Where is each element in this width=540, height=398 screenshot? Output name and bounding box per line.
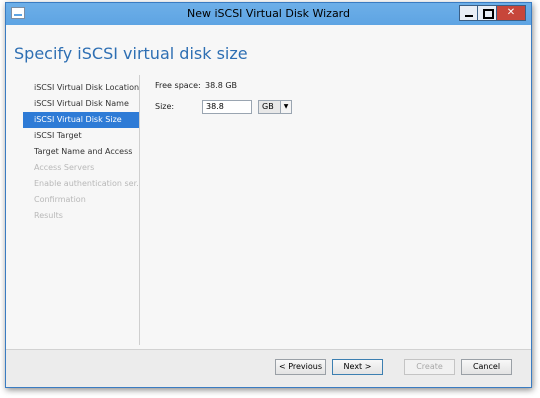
wizard-footer: < Previous Next > Create Cancel (6, 349, 531, 387)
previous-button[interactable]: < Previous (275, 359, 326, 375)
maximize-icon (483, 9, 494, 19)
nav-step-item[interactable]: iSCSI Target (23, 128, 140, 144)
next-button[interactable]: Next > (332, 359, 383, 375)
nav-divider (139, 75, 140, 345)
window-title: New iSCSI Virtual Disk Wizard (186, 7, 350, 20)
title-bar[interactable]: New iSCSI Virtual Disk Wizard ✕ (6, 3, 531, 25)
close-icon: ✕ (506, 7, 516, 18)
wizard-content: Specify iSCSI virtual disk size iSCSI Vi… (6, 25, 531, 387)
nav-step-item: Confirmation (34, 195, 86, 204)
cancel-button[interactable]: Cancel (461, 359, 512, 375)
nav-step-item: Enable authentication ser... (34, 179, 140, 188)
close-button[interactable]: ✕ (497, 5, 526, 21)
wizard-steps-nav: iSCSI Virtual Disk Location iSCSI Virtual… (23, 80, 140, 224)
maximize-button[interactable] (478, 5, 497, 21)
free-space-value: 38.8 GB (205, 81, 238, 90)
unit-value: GB (262, 102, 274, 111)
nav-step-item: Access Servers (34, 163, 95, 172)
nav-step-item[interactable]: Target Name and Access (23, 144, 140, 160)
nav-step-item: Results (34, 211, 63, 220)
nav-step-item[interactable]: iSCSI Virtual Disk Location (23, 80, 140, 96)
wizard-window: New iSCSI Virtual Disk Wizard ✕ Specify … (5, 2, 532, 388)
unit-dropdown[interactable]: GB ▼ (258, 100, 292, 114)
page-title: Specify iSCSI virtual disk size (14, 44, 248, 63)
dropdown-arrow-icon[interactable]: ▼ (280, 101, 291, 113)
size-input[interactable]: 38.8 (202, 100, 252, 114)
free-space-label: Free space: (155, 81, 201, 90)
nav-step-item[interactable]: iSCSI Virtual Disk Size (23, 112, 140, 128)
create-button[interactable]: Create (404, 359, 455, 375)
nav-step-item[interactable]: iSCSI Virtual Disk Name (23, 96, 140, 112)
minimize-button[interactable] (459, 5, 478, 21)
size-label: Size: (155, 102, 175, 111)
minimize-icon (465, 15, 473, 17)
